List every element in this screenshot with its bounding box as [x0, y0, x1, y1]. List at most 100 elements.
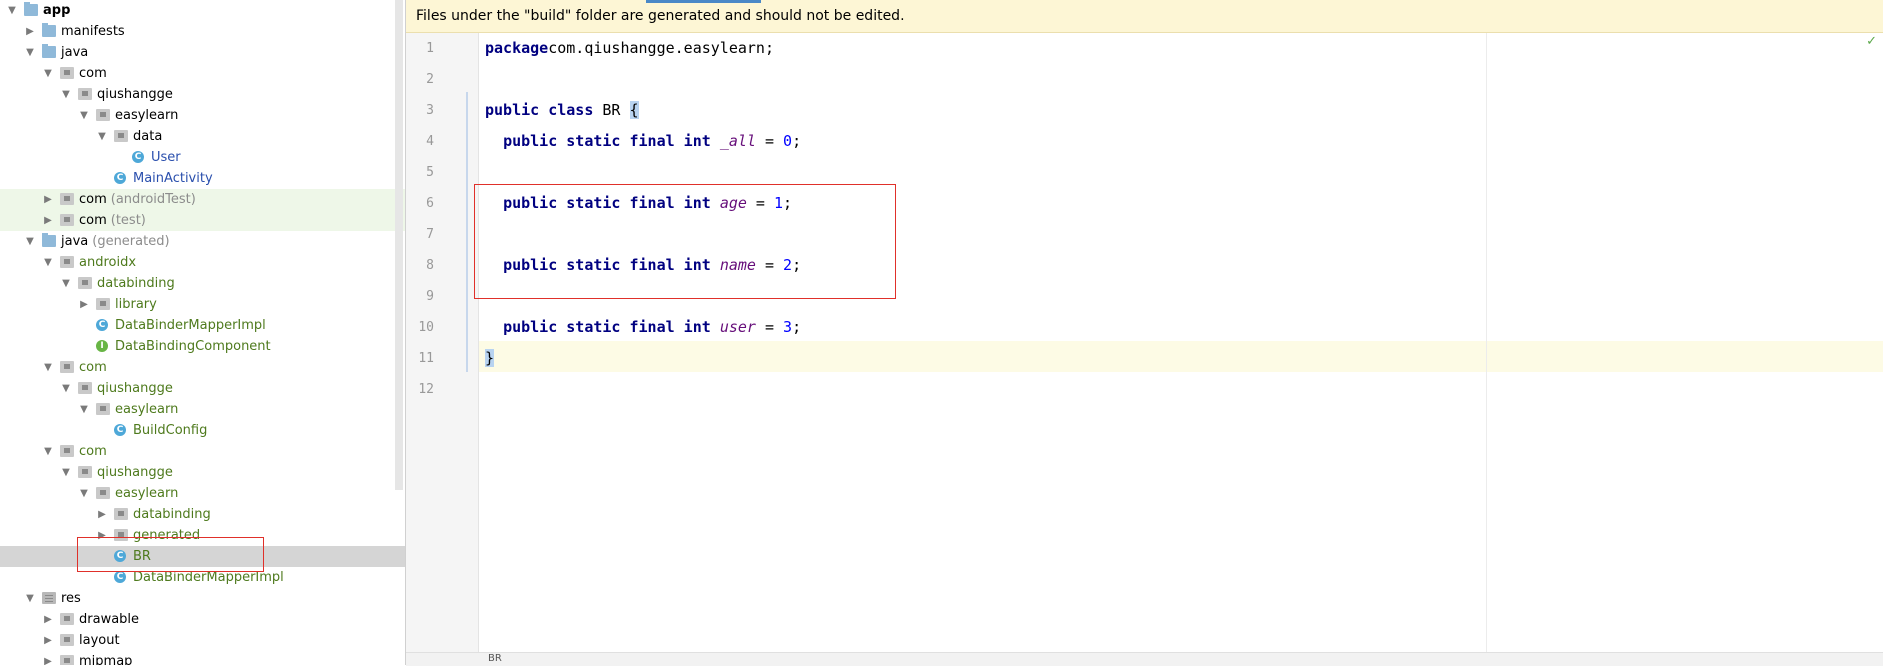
expand-right-icon[interactable]: ▶ [24, 21, 36, 42]
tree-row[interactable]: ▶ com (androidTest) [0, 189, 405, 210]
expand-right-icon[interactable]: ▶ [96, 504, 108, 525]
tree-row-text: qiushangge [97, 87, 173, 102]
code-token: = [755, 132, 784, 150]
folder-icon [42, 233, 56, 247]
tree-row-label: mipmap [79, 651, 132, 665]
tree-scrollbar[interactable] [395, 0, 403, 490]
package-icon [78, 277, 92, 289]
expand-right-icon[interactable]: ▶ [42, 630, 54, 651]
tree-row-label: BuildConfig [133, 420, 207, 441]
expand-down-icon[interactable]: ▼ [42, 441, 54, 462]
expand-down-icon[interactable]: ▼ [42, 63, 54, 84]
expand-down-icon[interactable]: ▼ [24, 231, 36, 252]
code-line[interactable]: } [485, 343, 495, 374]
tree-row-label: easylearn [115, 105, 178, 126]
package-icon [96, 298, 110, 310]
tree-row[interactable]: ▶ layout [0, 630, 405, 651]
tree-row-text: com [79, 192, 107, 207]
code-line[interactable]: packagecom.qiushangge.easylearn; [485, 33, 774, 64]
expand-right-icon[interactable]: ▶ [42, 651, 54, 665]
code-line[interactable]: public static final int _all = 0; [485, 126, 801, 157]
line-number: 9 [426, 289, 434, 304]
expand-down-icon[interactable]: ▼ [6, 0, 18, 21]
line-number: 11 [418, 351, 434, 366]
tree-row[interactable]: ▶ mipmap [0, 651, 405, 665]
expand-right-icon[interactable]: ▶ [42, 609, 54, 630]
tree-row[interactable]: ▼ easylearn [0, 105, 405, 126]
expand-down-icon[interactable]: ▼ [24, 588, 36, 609]
tree-row[interactable]: ▼ data [0, 126, 405, 147]
tree-row[interactable]: ▼ com [0, 63, 405, 84]
package-icon [60, 634, 74, 646]
expand-down-icon[interactable]: ▼ [60, 84, 72, 105]
package-icon [60, 193, 74, 205]
expand-down-icon[interactable]: ▼ [96, 126, 108, 147]
code-editor[interactable]: Files under the "build" folder are gener… [406, 0, 1883, 666]
tree-row-label: com [79, 357, 107, 378]
tree-row[interactable]: ▼ easylearn [0, 483, 405, 504]
tree-row-label: data [133, 126, 162, 147]
expand-down-icon[interactable]: ▼ [24, 42, 36, 63]
tree-row-text: databinding [97, 276, 175, 291]
tree-row-label: com (test) [79, 210, 146, 231]
tree-row-text: mipmap [79, 654, 133, 665]
expand-right-icon[interactable]: ▶ [42, 189, 54, 210]
expand-right-icon[interactable]: ▶ [78, 294, 90, 315]
tree-row[interactable]: ▼ easylearn [0, 399, 405, 420]
package-icon [96, 109, 110, 121]
expand-down-icon[interactable]: ▼ [78, 483, 90, 504]
expand-right-icon[interactable]: ▶ [42, 210, 54, 231]
tree-row[interactable]: ▶ manifests [0, 21, 405, 42]
expand-down-icon[interactable]: ▼ [78, 399, 90, 420]
tree-row[interactable]: ▼ res [0, 588, 405, 609]
tree-row-suffix: (test) [110, 213, 146, 228]
tree-row-text: User [151, 150, 181, 165]
code-line[interactable]: public static final int user = 3; [485, 312, 801, 343]
banner-text: Files under the "build" folder are gener… [416, 8, 905, 24]
tree-row[interactable]: I DataBindingComponent [0, 336, 405, 357]
tree-row[interactable]: ▼ java (generated) [0, 231, 405, 252]
tree-row-label: DataBindingComponent [115, 336, 271, 357]
tree-row-label: qiushangge [97, 378, 173, 399]
tree-row[interactable]: ▶ databinding [0, 504, 405, 525]
expand-down-icon[interactable]: ▼ [42, 252, 54, 273]
tree-row[interactable]: ▼ qiushangge [0, 378, 405, 399]
package-icon [114, 130, 128, 142]
expand-down-icon[interactable]: ▼ [78, 105, 90, 126]
tree-row-text: databinding [133, 507, 211, 522]
code-token: 3 [783, 318, 793, 336]
package-icon [114, 508, 128, 520]
expand-down-icon[interactable]: ▼ [60, 462, 72, 483]
tree-row-text: layout [79, 633, 120, 648]
tree-row-text: androidx [79, 255, 137, 270]
line-number: 6 [426, 196, 434, 211]
tree-row[interactable]: ▼ app [0, 0, 405, 21]
tree-row[interactable]: ▼ com [0, 357, 405, 378]
tree-row-label: androidx [79, 252, 136, 273]
tree-row-text: app [43, 3, 71, 18]
tree-row[interactable]: C MainActivity [0, 168, 405, 189]
tree-row-text: com [79, 213, 107, 228]
line-number: 7 [426, 227, 434, 242]
resource-folder-icon [42, 592, 56, 604]
tree-row[interactable]: C BuildConfig [0, 420, 405, 441]
tree-row-text: data [133, 129, 163, 144]
tree-row[interactable]: C DataBinderMapperImpl [0, 315, 405, 336]
tree-row[interactable]: ▶ com (test) [0, 210, 405, 231]
tree-row[interactable]: ▼ com [0, 441, 405, 462]
tree-row-label: qiushangge [97, 462, 173, 483]
tree-row[interactable]: ▼ androidx [0, 252, 405, 273]
tree-row[interactable]: C User [0, 147, 405, 168]
expand-down-icon[interactable]: ▼ [60, 378, 72, 399]
tree-row[interactable]: ▼ java [0, 42, 405, 63]
tree-row[interactable]: ▼ databinding [0, 273, 405, 294]
expand-down-icon[interactable]: ▼ [60, 273, 72, 294]
code-line[interactable]: public class BR { [485, 95, 639, 126]
tree-row[interactable]: ▼ qiushangge [0, 84, 405, 105]
line-number: 1 [426, 41, 434, 56]
tree-row[interactable]: ▼ qiushangge [0, 462, 405, 483]
expand-down-icon[interactable]: ▼ [42, 357, 54, 378]
tree-row[interactable]: ▶ drawable [0, 609, 405, 630]
tree-row[interactable]: ▶ library [0, 294, 405, 315]
